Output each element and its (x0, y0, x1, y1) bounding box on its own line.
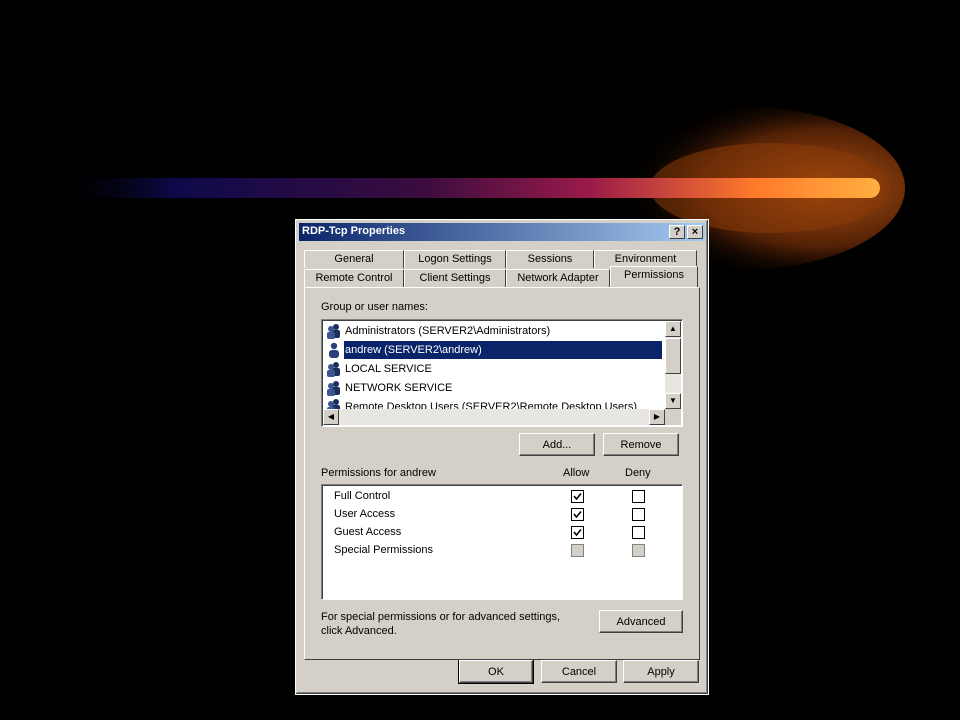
list-item[interactable]: Administrators (SERVER2\Administrators) (326, 322, 666, 340)
group-user-list[interactable]: Administrators (SERVER2\Administrators) … (321, 319, 683, 427)
allow-header: Allow (563, 467, 590, 479)
list-item-label: LOCAL SERVICE (345, 363, 432, 375)
permission-row: User Access (334, 505, 682, 523)
advanced-note-line2: click Advanced. (321, 625, 397, 637)
tab-sessions[interactable]: Sessions (506, 250, 594, 268)
scroll-up-icon[interactable]: ▲ (665, 321, 681, 337)
list-item[interactable]: LOCAL SERVICE (326, 360, 666, 378)
allow-checkbox[interactable] (571, 490, 584, 503)
list-item-label: andrew (SERVER2\andrew) (344, 341, 662, 359)
list-item-label: NETWORK SERVICE (345, 382, 453, 394)
scroll-down-icon[interactable]: ▼ (665, 393, 681, 409)
deny-checkbox[interactable] (632, 526, 645, 539)
deny-checkbox[interactable] (632, 508, 645, 521)
tab-client-settings[interactable]: Client Settings (404, 269, 506, 287)
scroll-thumb[interactable] (665, 338, 681, 374)
cancel-button[interactable]: Cancel (541, 660, 617, 683)
advanced-button[interactable]: Advanced (599, 610, 683, 633)
ok-button[interactable]: OK (458, 659, 534, 684)
tab-logon-settings[interactable]: Logon Settings (404, 250, 506, 268)
tab-general[interactable]: General (304, 250, 404, 268)
add-button[interactable]: Add... (519, 433, 595, 456)
user-group-icon (327, 324, 340, 339)
tab-network-adapter[interactable]: Network Adapter (506, 269, 610, 287)
advanced-note-line1: For special permissions or for advanced … (321, 611, 561, 623)
allow-checkbox (571, 544, 584, 557)
apply-button[interactable]: Apply (623, 660, 699, 683)
permission-row: Full Control (334, 487, 682, 505)
permission-row: Special Permissions (334, 541, 682, 559)
list-item[interactable]: NETWORK SERVICE (326, 379, 666, 397)
scroll-right-icon[interactable]: ▶ (649, 409, 665, 425)
group-list-label: Group or user names: (321, 301, 428, 313)
user-group-icon (327, 362, 340, 377)
deny-checkbox[interactable] (632, 490, 645, 503)
deny-header: Deny (625, 467, 651, 479)
horizontal-scrollbar[interactable]: ◀ ▶ (323, 409, 665, 425)
rdp-tcp-properties-dialog: RDP-Tcp Properties ? × General Logon Set… (295, 219, 709, 695)
dialog-title: RDP-Tcp Properties (302, 225, 406, 237)
permission-row: Guest Access (334, 523, 682, 541)
list-item-label: Administrators (SERVER2\Administrators) (345, 325, 551, 337)
color-streak (50, 178, 880, 198)
close-button[interactable]: × (687, 225, 703, 239)
permissions-label: Permissions for andrew (321, 467, 436, 479)
list-item-selected[interactable]: andrew (SERVER2\andrew) (326, 341, 666, 359)
permission-name: User Access (334, 508, 396, 520)
permissions-list: Full Control User Access Guest Access Sp… (321, 484, 683, 600)
advanced-note: For special permissions or for advanced … (321, 610, 560, 638)
title-bar: RDP-Tcp Properties ? × (299, 223, 705, 241)
permissions-panel: Group or user names: Administrators (SER… (304, 287, 700, 660)
user-icon (329, 342, 339, 358)
user-group-icon (327, 381, 340, 396)
scroll-left-icon[interactable]: ◀ (323, 409, 339, 425)
permission-name: Special Permissions (334, 544, 434, 556)
user-group-icon (327, 399, 340, 409)
list-item[interactable]: Remote Desktop Users (SERVER2\Remote Des… (326, 398, 666, 409)
allow-checkbox[interactable] (571, 526, 584, 539)
scrollbar-corner (665, 409, 681, 425)
vertical-scrollbar[interactable]: ▲ ▼ (665, 321, 681, 409)
allow-checkbox[interactable] (571, 508, 584, 521)
deny-checkbox (632, 544, 645, 557)
list-item-label: Remote Desktop Users (SERVER2\Remote Des… (345, 401, 638, 409)
tab-permissions[interactable]: Permissions (610, 266, 698, 287)
help-button[interactable]: ? (669, 225, 685, 239)
permission-name: Full Control (334, 490, 391, 502)
tab-remote-control[interactable]: Remote Control (304, 269, 404, 287)
remove-button[interactable]: Remove (603, 433, 679, 456)
permission-name: Guest Access (334, 526, 402, 538)
